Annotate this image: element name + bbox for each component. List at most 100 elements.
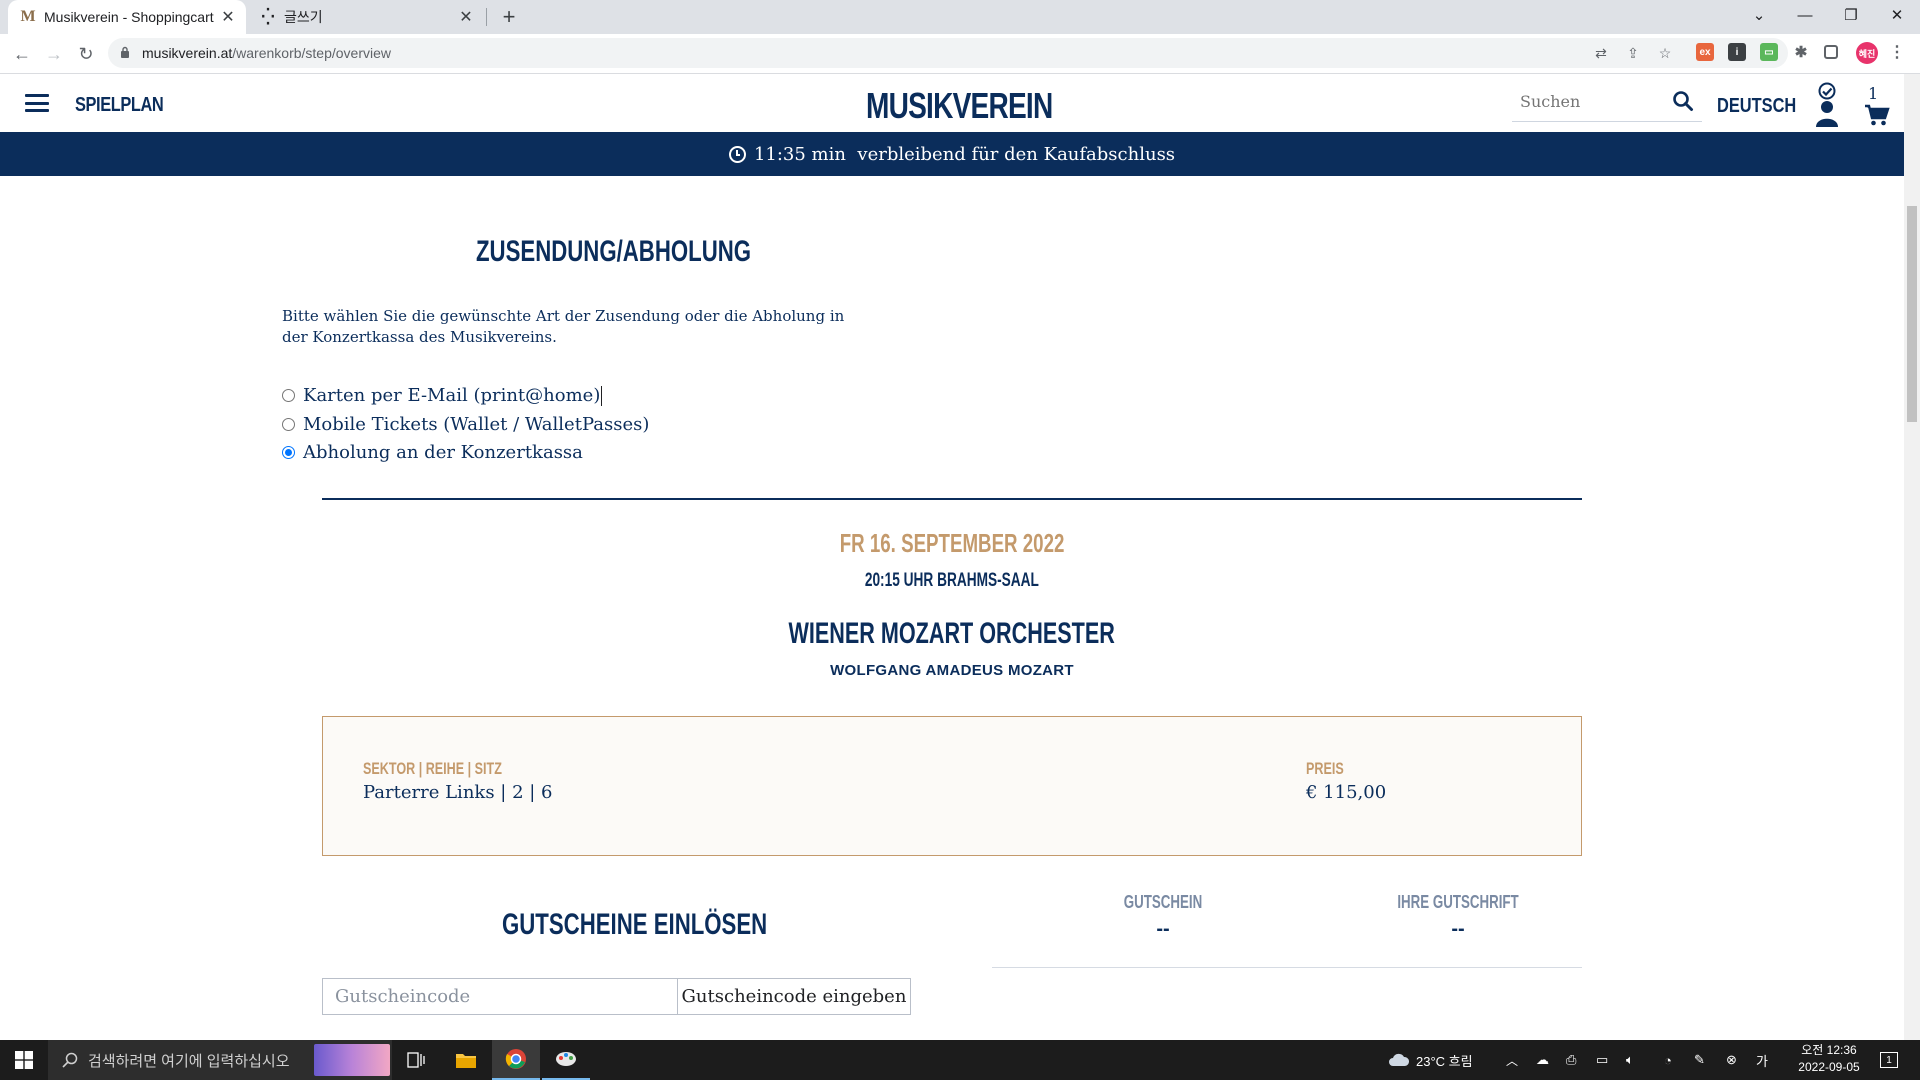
onedrive-icon[interactable]: ☁	[1536, 1040, 1549, 1080]
browser-toolbar: ← → ↻ musikverein.at/warenkorb/step/over…	[0, 34, 1920, 74]
file-explorer-icon[interactable]	[442, 1040, 490, 1080]
site-logo[interactable]: MUSIKVEREIN	[866, 85, 1053, 127]
price-value: € 115,00	[1306, 782, 1387, 803]
more-menu-icon[interactable]: ⋮	[1888, 43, 1906, 61]
radio-mobile[interactable]	[282, 418, 295, 431]
search-icon[interactable]	[1672, 90, 1694, 112]
search-icon	[62, 1052, 78, 1068]
volume-icon[interactable]: 🔈︎	[1626, 1040, 1634, 1080]
extension-icon[interactable]: ex	[1696, 43, 1714, 61]
notification-count: 1	[1880, 1052, 1898, 1068]
extension-green-icon[interactable]: ▭	[1760, 43, 1778, 61]
event-time-venue: 20:15 UHR BRAHMS-SAAL	[864, 570, 1040, 591]
timer-value: 11:35 min	[753, 143, 846, 165]
checkout-timer-banner: 11:35 min verbleibend für den Kaufabschl…	[0, 132, 1904, 176]
pen-icon[interactable]: ✎	[1694, 1040, 1705, 1080]
credit-value: --	[1451, 918, 1465, 940]
bookmark-star-icon[interactable]: ☆	[1654, 42, 1676, 64]
delivery-option-pickup[interactable]: Abholung an der Konzertkassa	[282, 442, 583, 463]
windows-taskbar: 검색하려면 여기에 입력하십시오 23°C 흐림 ︿ ☁ ⎙ ▭ 🔈︎ ◔ ✎ …	[0, 1040, 1920, 1080]
seat-label: SEKTOR | REIHE | SITZ	[363, 759, 502, 778]
clock-time: 오전 12:36	[1801, 1043, 1857, 1057]
hamburger-menu-icon[interactable]	[25, 94, 49, 112]
tab-musikverein[interactable]: M Musikverein - Shoppingcart ✕	[8, 0, 246, 34]
search-box	[1512, 86, 1702, 122]
weather-text: 23°C 흐림	[1416, 1053, 1473, 1069]
network-icon[interactable]: ◔	[1664, 1040, 1672, 1080]
ticket-summary-box: SEKTOR | REIHE | SITZ Parterre Links | 2…	[322, 716, 1582, 856]
radio-pickup-selected[interactable]	[282, 446, 295, 459]
reload-button[interactable]: ↻	[72, 40, 100, 68]
extension-info-icon[interactable]: i	[1728, 43, 1746, 61]
share-icon[interactable]: ⇪	[1622, 42, 1644, 64]
tab-title: Musikverein - Shoppingcart	[44, 9, 214, 25]
forward-button[interactable]: →	[40, 40, 68, 68]
language-selector[interactable]: DEUTSCH	[1717, 95, 1796, 118]
delivery-option-label: Abholung an der Konzertkassa	[303, 442, 583, 463]
voucher-code-input[interactable]	[322, 978, 678, 1015]
taskbar-search[interactable]: 검색하려면 여기에 입력하십시오	[48, 1040, 392, 1080]
address-bar[interactable]: musikverein.at/warenkorb/step/overview ⇄…	[108, 38, 1788, 68]
delivery-option-email[interactable]: Karten per E-Mail (print@home)	[282, 385, 603, 406]
delivery-option-label: Karten per E-Mail (print@home)	[303, 385, 601, 406]
tab-separator	[486, 8, 487, 26]
spielplan-link[interactable]: SPIELPLAN	[75, 94, 164, 117]
profile-avatar[interactable]: 혜진	[1856, 42, 1878, 64]
delivery-option-label: Mobile Tickets (Wallet / WalletPasses)	[303, 414, 650, 435]
shopping-cart-icon[interactable]	[1864, 104, 1890, 126]
search-input[interactable]	[1520, 92, 1660, 111]
text-caret	[601, 385, 603, 406]
clock-date: 2022-09-05	[1798, 1060, 1860, 1074]
cloud-icon	[1389, 1053, 1410, 1066]
event-composer: WOLFGANG AMADEUS MOZART	[830, 662, 1074, 679]
url-text: musikverein.at/warenkorb/step/overview	[142, 45, 392, 61]
radio-email[interactable]	[282, 389, 295, 402]
battery-icon[interactable]: ▭	[1596, 1040, 1608, 1080]
status-x-icon[interactable]: ⊗	[1726, 1040, 1737, 1080]
tab-title: 글쓰기	[284, 9, 323, 25]
voucher-divider	[992, 967, 1582, 968]
voucher-submit-button[interactable]: Gutscheincode eingeben	[677, 978, 911, 1015]
ime-language-icon[interactable]: 가	[1756, 1040, 1768, 1080]
task-view-icon[interactable]	[392, 1040, 440, 1080]
windows-start-button[interactable]	[0, 1040, 48, 1080]
lock-icon	[120, 46, 132, 60]
delivery-description: Bitte wählen Sie die gewünschte Art der …	[282, 307, 845, 346]
voucher-column-label: GUTSCHEIN	[1123, 892, 1203, 912]
paint-app-icon[interactable]	[542, 1040, 590, 1080]
taskbar-search-placeholder: 검색하려면 여기에 입력하십시오	[88, 1052, 290, 1070]
minimize-button[interactable]: —	[1782, 0, 1828, 30]
browser-tab-bar: M Musikverein - Shoppingcart ✕ ⁛ 글쓰기 ✕ +…	[0, 0, 1920, 34]
site-header: SPIELPLAN MUSIKVEREIN DEUTSCH 1	[0, 74, 1904, 132]
voucher-value: --	[1156, 918, 1170, 940]
price-label: PREIS	[1306, 759, 1344, 778]
seat-value: Parterre Links | 2 | 6	[363, 782, 553, 803]
close-tab-icon[interactable]: ✕	[456, 7, 476, 27]
restore-button[interactable]: ❐	[1828, 0, 1874, 30]
translate-icon[interactable]: ⇄	[1590, 42, 1612, 64]
delivery-heading: ZUSENDUNG/ABHOLUNG	[476, 235, 752, 268]
puzzle-extensions-icon[interactable]: ✱	[1792, 43, 1810, 61]
voucher-heading: GUTSCHEINE EINLÖSEN	[502, 908, 768, 941]
credit-column-label: IHRE GUTSCHRIFT	[1397, 892, 1519, 912]
windows-logo-icon	[15, 1051, 33, 1069]
show-hidden-icons[interactable]: ︿	[1506, 1040, 1518, 1080]
device-icon[interactable]: ⎙	[1566, 1040, 1576, 1080]
scrollbar-thumb[interactable]	[1907, 206, 1917, 422]
close-tab-icon[interactable]: ✕	[218, 7, 238, 27]
back-button[interactable]: ←	[8, 40, 36, 68]
system-clock[interactable]: 오전 12:36 2022-09-05	[1786, 1042, 1872, 1076]
notification-center-icon[interactable]: 1	[1880, 1040, 1898, 1080]
tab-search-icon[interactable]: ⌄	[1736, 0, 1782, 30]
clock-icon	[728, 145, 746, 163]
side-panel-icon[interactable]	[1824, 45, 1838, 59]
chrome-taskbar-icon[interactable]	[492, 1040, 540, 1080]
timer-text: verbleibend für den Kaufabschluss	[857, 143, 1176, 165]
event-title[interactable]: WIENER MOZART ORCHESTER	[322, 617, 1582, 651]
new-tab-button[interactable]: +	[496, 4, 522, 30]
tab-write[interactable]: ⁛ 글쓰기 ✕	[248, 0, 484, 34]
weather-widget[interactable]: 23°C 흐림	[1388, 1040, 1473, 1080]
close-window-button[interactable]: ✕	[1874, 0, 1920, 30]
account-icon[interactable]	[1814, 82, 1840, 128]
delivery-option-mobile[interactable]: Mobile Tickets (Wallet / WalletPasses)	[282, 414, 649, 435]
